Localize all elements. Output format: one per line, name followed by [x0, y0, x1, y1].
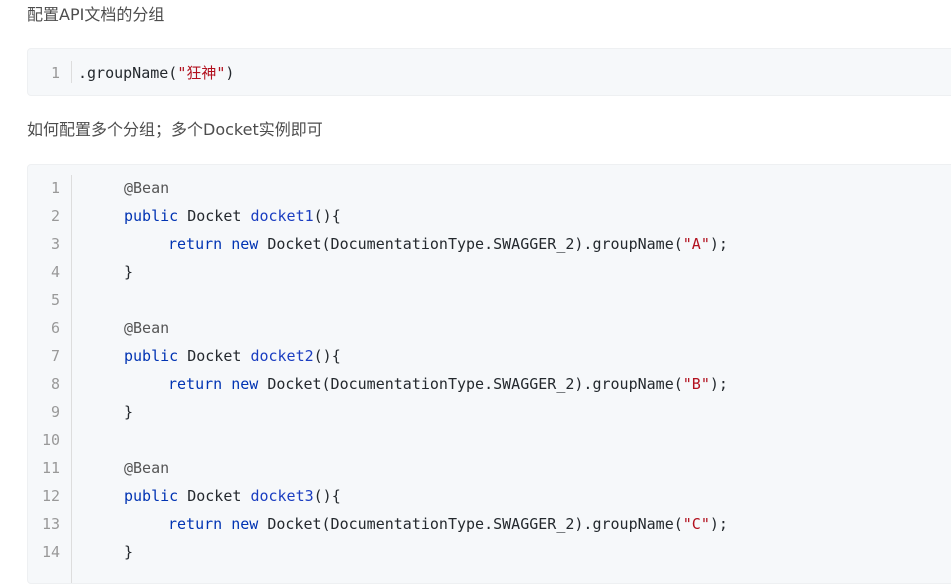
paragraph-text: 如何配置多个分组；多个Docket实例即可 — [27, 120, 323, 139]
code-text: } — [124, 543, 134, 561]
code-text: ); — [709, 375, 728, 393]
line-number: 1 — [50, 179, 60, 197]
line-number: 2 — [50, 207, 60, 225]
code-string: "狂神" — [177, 64, 226, 82]
code-type: Docket — [187, 347, 242, 365]
code-line: } — [124, 538, 133, 566]
code-keyword: return — [168, 235, 223, 253]
code-block-groupname: 1 .groupName("狂神") — [27, 48, 951, 96]
code-keyword: new — [231, 515, 259, 533]
line-number: 4 — [50, 263, 60, 281]
code-line: return new Docket(DocumentationType.SWAG… — [168, 230, 728, 258]
code-text: } — [124, 403, 134, 421]
code-line: .groupName("狂神") — [78, 59, 234, 87]
code-keyword: public — [124, 207, 179, 225]
code-text: (){ — [313, 487, 341, 505]
code-text: .groupName( — [78, 64, 178, 82]
code-line: } — [124, 258, 133, 286]
line-number: 10 — [41, 431, 60, 449]
line-number-gutter: 1 2 3 4 5 6 7 8 9 10 11 12 13 14 — [28, 165, 72, 583]
code-text: Docket(DocumentationType.SWAGGER_2).grou… — [267, 375, 683, 393]
code-line: @Bean — [124, 454, 169, 482]
code-text: ) — [225, 64, 235, 82]
line-number: 7 — [50, 347, 60, 365]
code-string: "B" — [682, 375, 710, 393]
code-line: @Bean — [124, 314, 169, 342]
code-line: public Docket docket3(){ — [124, 482, 341, 510]
line-number: 8 — [50, 375, 60, 393]
line-number: 6 — [50, 319, 60, 337]
code-method-name: docket3 — [250, 487, 314, 505]
code-text: Docket(DocumentationType.SWAGGER_2).grou… — [267, 515, 683, 533]
line-number-gutter: 1 — [28, 49, 72, 95]
code-line: public Docket docket1(){ — [124, 202, 341, 230]
code-line: @Bean — [124, 174, 169, 202]
code-keyword: return — [168, 375, 223, 393]
line-number: 12 — [41, 487, 60, 505]
code-line: } — [124, 398, 133, 426]
code-keyword: public — [124, 487, 179, 505]
line-number: 11 — [41, 459, 60, 477]
code-text: ); — [709, 515, 728, 533]
line-number: 5 — [50, 291, 60, 309]
line-number: 3 — [50, 235, 60, 253]
code-line: return new Docket(DocumentationType.SWAG… — [168, 370, 728, 398]
line-number: 13 — [41, 515, 60, 533]
line-number: 9 — [50, 403, 60, 421]
code-keyword: return — [168, 515, 223, 533]
line-number: 14 — [41, 543, 60, 561]
code-block-dockets: 1 2 3 4 5 6 7 8 9 10 11 12 13 14 @Bean p… — [27, 164, 951, 584]
code-text: (){ — [313, 347, 341, 365]
code-text: } — [124, 263, 134, 281]
section-heading-text: 配置API文档的分组 — [27, 5, 165, 24]
code-string: "A" — [682, 235, 710, 253]
code-keyword: new — [231, 375, 259, 393]
code-line: return new Docket(DocumentationType.SWAG… — [168, 510, 728, 538]
code-string: "C" — [682, 515, 710, 533]
code-method-name: docket2 — [250, 347, 314, 365]
code-type: Docket — [187, 207, 242, 225]
code-annotation: @Bean — [124, 179, 170, 197]
line-number: 1 — [50, 64, 60, 82]
code-text: (){ — [313, 207, 341, 225]
code-annotation: @Bean — [124, 319, 170, 337]
code-text: ); — [709, 235, 728, 253]
code-keyword: new — [231, 235, 259, 253]
code-annotation: @Bean — [124, 459, 170, 477]
code-line: public Docket docket2(){ — [124, 342, 341, 370]
code-text: Docket(DocumentationType.SWAGGER_2).grou… — [267, 235, 683, 253]
code-method-name: docket1 — [250, 207, 314, 225]
code-keyword: public — [124, 347, 179, 365]
code-type: Docket — [187, 487, 242, 505]
